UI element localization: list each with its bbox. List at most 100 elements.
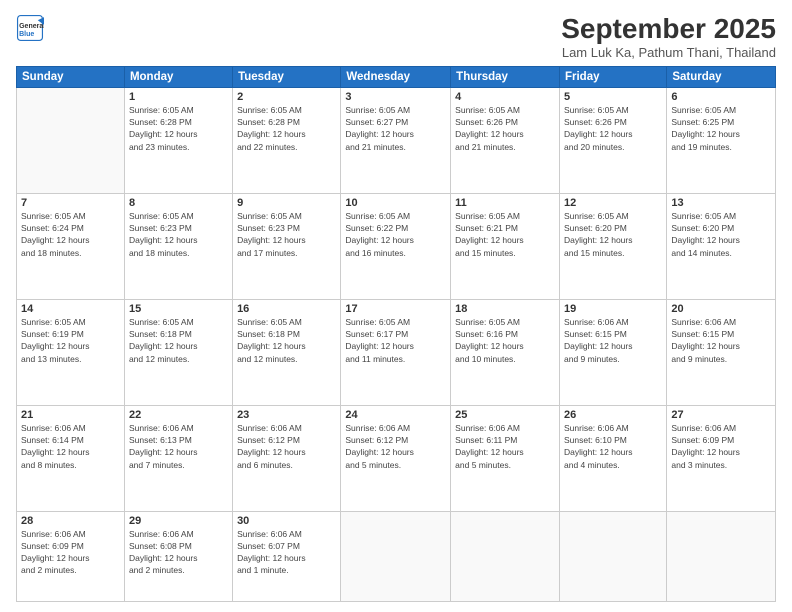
calendar-cell: 22Sunrise: 6:06 AM Sunset: 6:13 PM Dayli… [124, 405, 232, 511]
day-info: Sunrise: 6:05 AM Sunset: 6:19 PM Dayligh… [21, 316, 120, 365]
day-number: 19 [564, 303, 662, 315]
calendar-cell: 10Sunrise: 6:05 AM Sunset: 6:22 PM Dayli… [341, 193, 451, 299]
weekday-header-row: SundayMondayTuesdayWednesdayThursdayFrid… [17, 66, 776, 87]
day-info: Sunrise: 6:06 AM Sunset: 6:15 PM Dayligh… [671, 316, 771, 365]
day-number: 14 [21, 303, 120, 315]
day-info: Sunrise: 6:06 AM Sunset: 6:12 PM Dayligh… [345, 422, 446, 471]
calendar-cell: 21Sunrise: 6:06 AM Sunset: 6:14 PM Dayli… [17, 405, 125, 511]
day-number: 8 [129, 197, 228, 209]
calendar-cell [667, 511, 776, 601]
day-info: Sunrise: 6:05 AM Sunset: 6:16 PM Dayligh… [455, 316, 555, 365]
day-number: 30 [237, 515, 336, 527]
svg-text:General: General [19, 23, 44, 30]
calendar-cell: 9Sunrise: 6:05 AM Sunset: 6:23 PM Daylig… [233, 193, 341, 299]
calendar-cell: 11Sunrise: 6:05 AM Sunset: 6:21 PM Dayli… [451, 193, 560, 299]
day-info: Sunrise: 6:05 AM Sunset: 6:23 PM Dayligh… [237, 210, 336, 259]
day-info: Sunrise: 6:05 AM Sunset: 6:22 PM Dayligh… [345, 210, 446, 259]
calendar-cell: 6Sunrise: 6:05 AM Sunset: 6:25 PM Daylig… [667, 87, 776, 193]
calendar-cell: 13Sunrise: 6:05 AM Sunset: 6:20 PM Dayli… [667, 193, 776, 299]
day-info: Sunrise: 6:05 AM Sunset: 6:26 PM Dayligh… [564, 104, 662, 153]
day-number: 2 [237, 91, 336, 103]
day-info: Sunrise: 6:06 AM Sunset: 6:12 PM Dayligh… [237, 422, 336, 471]
day-info: Sunrise: 6:06 AM Sunset: 6:08 PM Dayligh… [129, 528, 228, 577]
day-info: Sunrise: 6:06 AM Sunset: 6:07 PM Dayligh… [237, 528, 336, 577]
weekday-header-monday: Monday [124, 66, 232, 87]
weekday-header-thursday: Thursday [451, 66, 560, 87]
calendar-cell [17, 87, 125, 193]
calendar-cell: 18Sunrise: 6:05 AM Sunset: 6:16 PM Dayli… [451, 299, 560, 405]
day-number: 20 [671, 303, 771, 315]
calendar-cell [559, 511, 666, 601]
day-number: 1 [129, 91, 228, 103]
day-info: Sunrise: 6:05 AM Sunset: 6:17 PM Dayligh… [345, 316, 446, 365]
day-number: 11 [455, 197, 555, 209]
day-number: 6 [671, 91, 771, 103]
calendar-cell: 16Sunrise: 6:05 AM Sunset: 6:18 PM Dayli… [233, 299, 341, 405]
calendar-cell: 15Sunrise: 6:05 AM Sunset: 6:18 PM Dayli… [124, 299, 232, 405]
calendar-cell: 8Sunrise: 6:05 AM Sunset: 6:23 PM Daylig… [124, 193, 232, 299]
day-info: Sunrise: 6:05 AM Sunset: 6:23 PM Dayligh… [129, 210, 228, 259]
day-info: Sunrise: 6:06 AM Sunset: 6:14 PM Dayligh… [21, 422, 120, 471]
page: General Blue September 2025 Lam Luk Ka, … [0, 0, 792, 612]
day-number: 26 [564, 409, 662, 421]
day-info: Sunrise: 6:06 AM Sunset: 6:11 PM Dayligh… [455, 422, 555, 471]
day-number: 16 [237, 303, 336, 315]
day-number: 22 [129, 409, 228, 421]
day-info: Sunrise: 6:05 AM Sunset: 6:27 PM Dayligh… [345, 104, 446, 153]
day-info: Sunrise: 6:05 AM Sunset: 6:28 PM Dayligh… [237, 104, 336, 153]
day-info: Sunrise: 6:05 AM Sunset: 6:18 PM Dayligh… [237, 316, 336, 365]
calendar-table: SundayMondayTuesdayWednesdayThursdayFrid… [16, 66, 776, 602]
week-row-0: 1Sunrise: 6:05 AM Sunset: 6:28 PM Daylig… [17, 87, 776, 193]
day-info: Sunrise: 6:05 AM Sunset: 6:18 PM Dayligh… [129, 316, 228, 365]
day-number: 28 [21, 515, 120, 527]
day-info: Sunrise: 6:05 AM Sunset: 6:20 PM Dayligh… [671, 210, 771, 259]
weekday-header-tuesday: Tuesday [233, 66, 341, 87]
weekday-header-sunday: Sunday [17, 66, 125, 87]
day-number: 17 [345, 303, 446, 315]
calendar-cell: 29Sunrise: 6:06 AM Sunset: 6:08 PM Dayli… [124, 511, 232, 601]
calendar-cell: 23Sunrise: 6:06 AM Sunset: 6:12 PM Dayli… [233, 405, 341, 511]
month-title: September 2025 [561, 14, 776, 45]
calendar-cell: 24Sunrise: 6:06 AM Sunset: 6:12 PM Dayli… [341, 405, 451, 511]
day-number: 13 [671, 197, 771, 209]
day-info: Sunrise: 6:05 AM Sunset: 6:24 PM Dayligh… [21, 210, 120, 259]
day-info: Sunrise: 6:06 AM Sunset: 6:09 PM Dayligh… [671, 422, 771, 471]
day-info: Sunrise: 6:05 AM Sunset: 6:25 PM Dayligh… [671, 104, 771, 153]
weekday-header-saturday: Saturday [667, 66, 776, 87]
day-number: 10 [345, 197, 446, 209]
day-info: Sunrise: 6:06 AM Sunset: 6:10 PM Dayligh… [564, 422, 662, 471]
day-info: Sunrise: 6:05 AM Sunset: 6:20 PM Dayligh… [564, 210, 662, 259]
day-number: 27 [671, 409, 771, 421]
calendar-cell: 28Sunrise: 6:06 AM Sunset: 6:09 PM Dayli… [17, 511, 125, 601]
calendar-cell: 7Sunrise: 6:05 AM Sunset: 6:24 PM Daylig… [17, 193, 125, 299]
week-row-1: 7Sunrise: 6:05 AM Sunset: 6:24 PM Daylig… [17, 193, 776, 299]
day-number: 4 [455, 91, 555, 103]
svg-text:Blue: Blue [19, 31, 34, 38]
day-number: 9 [237, 197, 336, 209]
weekday-header-friday: Friday [559, 66, 666, 87]
calendar-cell [341, 511, 451, 601]
day-number: 7 [21, 197, 120, 209]
calendar-cell: 30Sunrise: 6:06 AM Sunset: 6:07 PM Dayli… [233, 511, 341, 601]
day-info: Sunrise: 6:05 AM Sunset: 6:28 PM Dayligh… [129, 104, 228, 153]
day-info: Sunrise: 6:06 AM Sunset: 6:15 PM Dayligh… [564, 316, 662, 365]
logo: General Blue [16, 14, 46, 42]
calendar-cell: 12Sunrise: 6:05 AM Sunset: 6:20 PM Dayli… [559, 193, 666, 299]
day-number: 23 [237, 409, 336, 421]
calendar-cell: 1Sunrise: 6:05 AM Sunset: 6:28 PM Daylig… [124, 87, 232, 193]
calendar-cell: 3Sunrise: 6:05 AM Sunset: 6:27 PM Daylig… [341, 87, 451, 193]
calendar-cell: 26Sunrise: 6:06 AM Sunset: 6:10 PM Dayli… [559, 405, 666, 511]
week-row-2: 14Sunrise: 6:05 AM Sunset: 6:19 PM Dayli… [17, 299, 776, 405]
day-number: 25 [455, 409, 555, 421]
day-info: Sunrise: 6:05 AM Sunset: 6:26 PM Dayligh… [455, 104, 555, 153]
week-row-4: 28Sunrise: 6:06 AM Sunset: 6:09 PM Dayli… [17, 511, 776, 601]
calendar-cell: 20Sunrise: 6:06 AM Sunset: 6:15 PM Dayli… [667, 299, 776, 405]
day-number: 5 [564, 91, 662, 103]
calendar-cell: 5Sunrise: 6:05 AM Sunset: 6:26 PM Daylig… [559, 87, 666, 193]
day-number: 3 [345, 91, 446, 103]
day-number: 12 [564, 197, 662, 209]
title-block: September 2025 Lam Luk Ka, Pathum Thani,… [561, 14, 776, 60]
calendar-cell: 17Sunrise: 6:05 AM Sunset: 6:17 PM Dayli… [341, 299, 451, 405]
header: General Blue September 2025 Lam Luk Ka, … [16, 14, 776, 60]
calendar-cell: 27Sunrise: 6:06 AM Sunset: 6:09 PM Dayli… [667, 405, 776, 511]
